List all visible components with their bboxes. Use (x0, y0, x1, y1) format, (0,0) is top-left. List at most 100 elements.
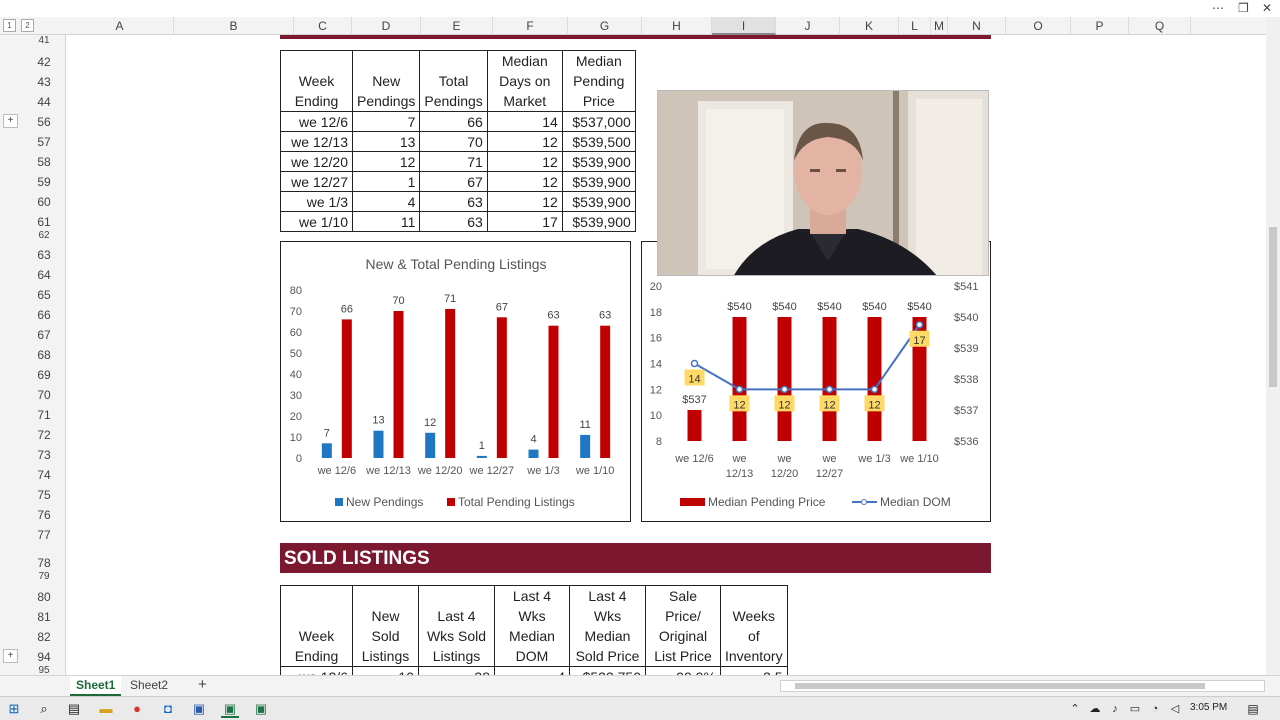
column-header-O[interactable]: O (1006, 17, 1071, 35)
restore-window-icon[interactable]: ❐ (1238, 1, 1249, 15)
expand-group-button-94[interactable]: + (3, 649, 18, 663)
row-header-94[interactable]: 94 (22, 650, 65, 664)
row-header-59[interactable]: 59 (22, 175, 65, 189)
more-options-icon[interactable]: ⋯ (1212, 1, 1224, 15)
word-icon[interactable]: ▣ (190, 700, 208, 718)
pending-header-cell[interactable]: Week Ending (280, 50, 353, 112)
row-header-43[interactable]: 43 (22, 75, 65, 89)
pending-cell[interactable]: 1 (351, 171, 421, 192)
pending-cell[interactable]: 12 (486, 191, 563, 212)
row-header-62[interactable]: 62 (22, 230, 65, 241)
pending-cell[interactable]: we 12/20 (280, 151, 353, 172)
row-header-65[interactable]: 65 (22, 288, 65, 302)
sold-header-cell[interactable]: New Sold Listings (352, 585, 419, 667)
row-header-57[interactable]: 57 (22, 135, 65, 149)
row-header-82[interactable]: 82 (22, 630, 65, 644)
row-header-44[interactable]: 44 (22, 95, 65, 109)
median-price-dom-chart[interactable]: 8 10 12 14 16 18 20 $536 $537 $538 $539 $540 $541 we … (641, 241, 991, 522)
search-icon[interactable]: ⌕ (35, 700, 53, 718)
row-header-68[interactable]: 68 (22, 348, 65, 362)
tab-sheet2[interactable]: Sheet2 (124, 676, 174, 696)
row-header-77[interactable]: 77 (22, 528, 65, 542)
row-header-56[interactable]: 56 (22, 115, 65, 129)
windows-start-icon[interactable]: ⊞ (5, 700, 23, 718)
pending-cell[interactable]: 12 (486, 151, 563, 172)
row-header-78[interactable]: 78 (22, 556, 65, 570)
column-header-K[interactable]: K (840, 17, 899, 35)
pending-cell[interactable]: $539,900 (561, 151, 636, 172)
pending-cell[interactable]: 12 (486, 131, 563, 152)
battery-icon[interactable]: ▭ (1126, 700, 1144, 718)
row-header-80[interactable]: 80 (22, 590, 65, 604)
column-header-N[interactable]: N (948, 17, 1006, 35)
microphone-icon[interactable]: ♪ (1106, 700, 1124, 718)
row-header-70[interactable]: 70 (22, 388, 65, 402)
column-header-E[interactable]: E (421, 17, 493, 35)
pending-cell[interactable]: $539,900 (561, 171, 636, 192)
sold-header-cell[interactable]: Weeks of Inventory (720, 585, 788, 667)
row-header-69[interactable]: 69 (22, 368, 65, 382)
pending-cell[interactable]: 71 (419, 151, 488, 172)
pending-cell[interactable]: 67 (419, 171, 488, 192)
sold-header-cell[interactable]: Last 4 Wks Sold Listings (418, 585, 495, 667)
pending-cell[interactable]: 4 (351, 191, 421, 212)
row-header-61[interactable]: 61 (22, 215, 65, 229)
pending-cell[interactable]: 70 (419, 131, 488, 152)
row-header-75[interactable]: 75 (22, 488, 65, 502)
tray-chevron-icon[interactable]: ⌃ (1066, 700, 1084, 718)
row-header-74[interactable]: 74 (22, 468, 65, 482)
column-header-M[interactable]: M (931, 17, 948, 35)
pending-header-cell[interactable]: New Pendings (351, 50, 421, 112)
pending-cell[interactable]: 17 (486, 211, 563, 232)
excel-icon[interactable]: ▣ (221, 700, 239, 718)
tab-sheet1[interactable]: Sheet1 (70, 676, 122, 696)
pending-cell[interactable]: 12 (486, 171, 563, 192)
row-header-64[interactable]: 64 (22, 268, 65, 282)
column-header-I[interactable]: I (712, 17, 776, 35)
pending-cell[interactable]: 63 (419, 211, 488, 232)
column-header-P[interactable]: P (1071, 17, 1129, 35)
pending-cell[interactable]: $539,500 (561, 131, 636, 152)
row-header-72[interactable]: 72 (22, 428, 65, 442)
row-header-41[interactable]: 41 (22, 35, 65, 46)
row-header-63[interactable]: 63 (22, 248, 65, 262)
column-header-A[interactable]: A (66, 17, 174, 35)
pending-cell[interactable]: 14 (486, 111, 563, 132)
new-total-pending-chart[interactable]: New & Total Pending Listings 0 10 20 30 40 50 6… (280, 241, 631, 522)
vertical-scroll-thumb[interactable] (1269, 227, 1277, 387)
column-header-F[interactable]: F (493, 17, 568, 35)
sold-header-cell[interactable]: Last 4 Wks Median DOM (494, 585, 570, 667)
pending-header-cell[interactable]: Median Days on Market (486, 50, 563, 112)
pending-header-cell[interactable]: Total Pendings (419, 50, 488, 112)
publisher-icon[interactable]: ▣ (252, 700, 270, 718)
row-header-67[interactable]: 67 (22, 328, 65, 342)
vertical-scrollbar[interactable] (1266, 17, 1280, 677)
pending-cell[interactable]: $537,000 (561, 111, 636, 132)
row-header-58[interactable]: 58 (22, 155, 65, 169)
wifi-icon[interactable]: ◔ (1146, 700, 1164, 718)
row-header-81[interactable]: 81 (22, 610, 65, 624)
column-header-J[interactable]: J (776, 17, 840, 35)
pending-cell[interactable]: $539,900 (561, 191, 636, 212)
horizontal-scrollbar[interactable] (780, 680, 1265, 692)
row-header-73[interactable]: 73 (22, 448, 65, 462)
pending-cell[interactable]: we 1/10 (280, 211, 353, 232)
pending-cell[interactable]: 13 (351, 131, 421, 152)
pending-cell[interactable]: we 1/3 (280, 191, 353, 212)
pending-cell[interactable]: 66 (419, 111, 488, 132)
column-header-B[interactable]: B (174, 17, 294, 35)
pending-header-cell[interactable]: Median Pending Price (561, 50, 636, 112)
row-header-95[interactable]: 95 (22, 665, 65, 675)
column-header-L[interactable]: L (899, 17, 931, 35)
pending-cell[interactable]: 12 (351, 151, 421, 172)
row-header-71[interactable]: 71 (22, 408, 65, 422)
sold-header-cell[interactable]: Last 4 Wks Median Sold Price (569, 585, 646, 667)
clock-time[interactable]: 3:05 PM (1190, 702, 1227, 713)
chrome-icon[interactable]: ● (128, 700, 146, 718)
column-header-G[interactable]: G (568, 17, 642, 35)
group-level-2-button[interactable]: 2 (21, 19, 34, 32)
row-header-42[interactable]: 42 (22, 55, 65, 69)
pending-cell[interactable]: $539,900 (561, 211, 636, 232)
volume-icon[interactable]: ◁ (1166, 700, 1184, 718)
expand-group-button-56[interactable]: + (3, 114, 18, 128)
